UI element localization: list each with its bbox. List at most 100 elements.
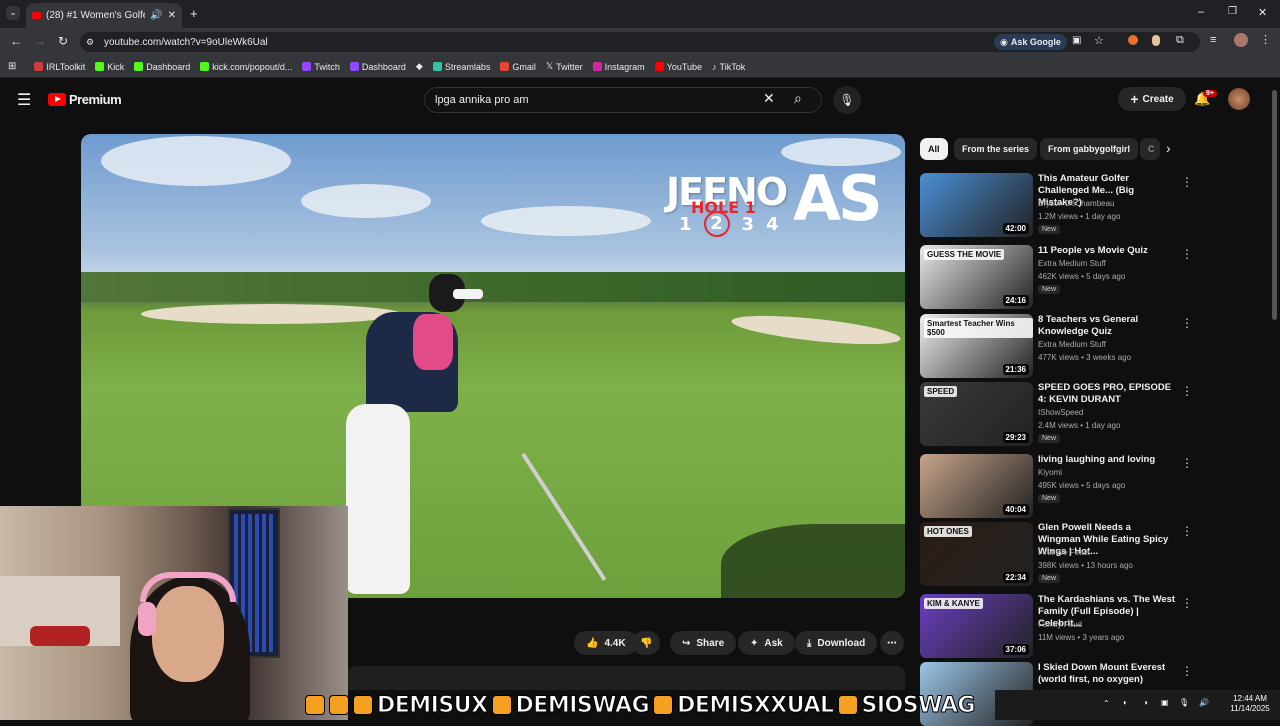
minimize-icon[interactable]: –	[1198, 6, 1204, 18]
recommendation-item[interactable]: SPEED 29:23 SPEED GOES PRO, EPISODE 4: KEV…	[920, 382, 1193, 446]
chips-next-chevron-icon[interactable]: ›	[1166, 140, 1171, 156]
recommendation-title[interactable]: 11 People vs Movie Quiz	[1038, 245, 1176, 257]
youtube-logo[interactable]: Premium	[48, 92, 122, 107]
create-button[interactable]: + Create	[1118, 87, 1186, 111]
recommendation-title[interactable]: SPEED GOES PRO, EPISODE 4: KEVIN DURANT	[1038, 382, 1176, 406]
chip-from-the-series[interactable]: From the series	[954, 138, 1038, 160]
channel-name[interactable]: IShowSpeed	[1038, 408, 1083, 417]
tray-chevron-icon[interactable]: ⌃	[1103, 699, 1110, 708]
recommendation-title[interactable]: 8 Teachers vs General Knowledge Quiz	[1038, 314, 1176, 338]
like-button[interactable]: 👍 4.4K	[574, 631, 638, 655]
channel-name[interactable]: Extra Medium Stuff	[1038, 259, 1106, 268]
more-options-icon[interactable]: ⋮	[1181, 664, 1193, 678]
browser-menu-icon[interactable]: ⋮	[1260, 33, 1271, 46]
video-thumbnail[interactable]: SPEED 29:23	[920, 382, 1033, 446]
channel-name[interactable]: First We Feast	[1038, 548, 1090, 557]
extension-2-icon[interactable]	[1152, 35, 1160, 46]
chip-from-gabbygolfgirl[interactable]: From gabbygolfgirl	[1040, 138, 1138, 160]
download-button[interactable]: ⤓ Download	[795, 631, 878, 655]
channel-name[interactable]: Bryson DeChambeau	[1038, 199, 1114, 208]
chip-all[interactable]: All	[920, 138, 948, 160]
profile-avatar[interactable]	[1234, 33, 1248, 47]
cast-icon[interactable]: ▣	[1072, 35, 1081, 46]
more-actions-button[interactable]: ⋯	[880, 631, 904, 655]
channel-name[interactable]: Kiyomi	[1038, 468, 1062, 477]
video-thumbnail[interactable]: GUESS THE MOVIE 24:16	[920, 245, 1033, 309]
more-options-icon[interactable]: ⋮	[1181, 596, 1193, 610]
window-close-icon[interactable]: ✕	[1258, 6, 1267, 19]
recommendation-item[interactable]: HOT ONES 22:34 Glen Powell Needs a Wingman…	[920, 522, 1193, 586]
reload-icon[interactable]: ↻	[58, 34, 68, 48]
tray-app-icon[interactable]: ◐	[1123, 698, 1128, 707]
recommendation-item[interactable]: 42:00 This Amateur Golfer Challenged Me..…	[920, 173, 1193, 237]
recommendation-item[interactable]: KIM & KANYE 37:06 The Kardashians vs. The …	[920, 594, 1193, 658]
gmail-icon	[500, 62, 510, 71]
description-box[interactable]	[348, 666, 905, 690]
bookmark-star-icon[interactable]: ☆	[1094, 34, 1104, 47]
microphone-icon[interactable]: 🎙	[1179, 698, 1189, 707]
bookmark-streamlabs[interactable]: Streamlabs	[432, 62, 490, 72]
active-tab[interactable]: (28) #1 Women's Golfer In 🔊 ✕	[26, 3, 182, 28]
video-thumbnail[interactable]: KIM & KANYE 37:06	[920, 594, 1033, 658]
ask-button[interactable]: ✦ Ask	[738, 631, 795, 655]
video-thumbnail[interactable]: HOT ONES 22:34	[920, 522, 1033, 586]
more-options-icon[interactable]: ⋮	[1181, 316, 1193, 330]
bookmark-kick-popout[interactable]: kick.com/popout/d...	[200, 62, 292, 72]
bookmark-dashboard-kick[interactable]: Dashboard	[134, 62, 190, 72]
more-options-icon[interactable]: ⋮	[1181, 247, 1193, 261]
audio-icon[interactable]: 🔊	[150, 10, 162, 21]
account-avatar[interactable]	[1228, 88, 1250, 110]
tab-close-icon[interactable]: ✕	[168, 10, 176, 21]
tab-search-button[interactable]: ⌄	[6, 6, 20, 20]
forward-icon[interactable]: →	[34, 34, 46, 48]
search-query: lpga annika pro am	[435, 94, 529, 106]
bookmark-irltoolkit[interactable]: IRLToolkit	[34, 62, 85, 72]
volume-icon[interactable]: 🔊	[1199, 698, 1209, 707]
bookmark-dashboard-twitch[interactable]: Dashboard	[349, 62, 406, 72]
extensions-puzzle-icon[interactable]: ⧉	[1176, 34, 1184, 47]
video-thumbnail[interactable]: 42:00	[920, 173, 1033, 237]
dislike-button[interactable]: 👎	[632, 631, 661, 655]
bookmark-youtube[interactable]: YouTube	[654, 62, 702, 72]
channel-name[interactable]: Extra Medium Stuff	[1038, 340, 1106, 349]
ask-google-button[interactable]: ◉ Ask Google	[994, 34, 1067, 50]
recommendation-title[interactable]: living laughing and loving	[1038, 454, 1176, 466]
recommendation-item[interactable]: GUESS THE MOVIE 24:16 11 People vs Movie Q…	[920, 245, 1193, 309]
back-icon[interactable]: ←	[10, 34, 22, 48]
new-tab-button[interactable]: +	[190, 6, 198, 21]
bookmark-twitter[interactable]: 𝕏 Twitter	[546, 61, 583, 72]
more-options-icon[interactable]: ⋮	[1181, 384, 1193, 398]
tray-app-3-icon[interactable]: ▣	[1161, 698, 1169, 707]
more-options-icon[interactable]: ⋮	[1181, 456, 1193, 470]
channel-name[interactable]: Family Feud	[1038, 620, 1082, 629]
page-scrollbar[interactable]	[1272, 90, 1277, 320]
recommendation-item[interactable]: Smartest Teacher Wins $500 21:36 8 Teacher…	[920, 314, 1193, 378]
clear-search-icon[interactable]: ✕	[763, 90, 775, 107]
bookmark-diamond[interactable]: ◆	[416, 61, 423, 72]
video-thumbnail[interactable]: Smartest Teacher Wins $500 21:36	[920, 314, 1033, 378]
bookmark-kick[interactable]: Kick	[95, 62, 124, 72]
restore-icon[interactable]: ❐	[1228, 6, 1237, 17]
bookmark-label: Twitter	[556, 61, 583, 72]
video-thumbnail[interactable]: 40:04	[920, 454, 1033, 518]
site-info-icon[interactable]: ⚙	[86, 37, 94, 48]
bookmark-gmail[interactable]: Gmail	[500, 62, 536, 72]
tray-app-2-icon[interactable]: ◑	[1143, 698, 1148, 707]
recommendation-item[interactable]: 40:04 living laughing and loving Kiyomi 495…	[920, 454, 1193, 518]
extension-icon[interactable]	[1128, 35, 1138, 45]
menu-hamburger-icon[interactable]: ☰	[17, 90, 31, 110]
bookmark-tiktok[interactable]: ♪ TikTok	[712, 62, 745, 72]
bookmark-twitch[interactable]: Twitch	[302, 62, 340, 72]
bookmark-instagram[interactable]: Instagram	[592, 62, 645, 72]
chip-partial[interactable]: C	[1140, 138, 1160, 160]
apps-grid-icon[interactable]: ⊞	[8, 61, 16, 72]
voice-search-icon[interactable]: 🎙	[833, 86, 861, 114]
reading-list-icon[interactable]: ≡	[1210, 34, 1216, 46]
recommendation-title[interactable]: I Skied Down Mount Everest (world first,…	[1038, 662, 1176, 686]
more-options-icon[interactable]: ⋮	[1181, 524, 1193, 538]
clock[interactable]: 12:44 AM 11/14/2025	[1225, 694, 1275, 714]
bookmarks-bar: ⊞ IRLToolkit Kick Dashboard kick.com/pop…	[0, 56, 1280, 78]
share-button[interactable]: ↪ Share	[670, 631, 737, 655]
more-options-icon[interactable]: ⋮	[1181, 175, 1193, 189]
search-icon[interactable]: ⌕	[794, 90, 802, 107]
